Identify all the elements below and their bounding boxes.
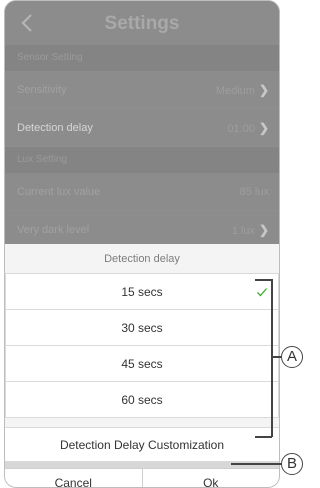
option-15-secs[interactable]: 15 secs (5, 274, 279, 310)
row-sensitivity[interactable]: Sensitivity Medium ❯ (5, 71, 279, 109)
row-value: 01:00 ❯ (227, 109, 269, 148)
callout-b-label: B (281, 453, 303, 475)
spacer (5, 418, 279, 427)
row-current-lux: Current lux value 85 lux (5, 173, 279, 211)
chevron-right-icon: ❯ (258, 83, 269, 97)
option-label: 15 secs (121, 285, 163, 299)
callout-a-bracket-top (255, 279, 272, 281)
sheet-title: Detection delay (5, 244, 279, 274)
section-header-lux: Lux Setting (5, 147, 279, 173)
page-title: Settings (104, 13, 180, 34)
option-label: 30 secs (121, 321, 163, 335)
section-header-sensor: Sensor Setting (5, 45, 279, 71)
option-30-secs[interactable]: 30 secs (5, 310, 279, 346)
row-value: 85 lux (239, 186, 269, 198)
row-detection-delay[interactable]: Detection delay 01:00 ❯ (5, 109, 279, 147)
ok-button[interactable]: Ok (143, 469, 280, 487)
callout-a-bracket-bottom (255, 436, 272, 438)
sheet-actions: Cancel Ok (5, 468, 280, 487)
option-label: 45 secs (121, 357, 163, 371)
callout-b-connector (231, 463, 283, 465)
detection-delay-customization-button[interactable]: Detection Delay Customization (5, 427, 279, 462)
option-45-secs[interactable]: 45 secs (5, 346, 279, 382)
callout-a-bracket-vertical (271, 279, 273, 437)
row-label: Detection delay (17, 122, 93, 134)
option-label: 60 secs (121, 393, 163, 407)
row-label: Current lux value (17, 186, 101, 198)
cancel-button[interactable]: Cancel (5, 469, 143, 487)
header: Settings (5, 1, 279, 45)
row-value: Medium ❯ (216, 71, 269, 110)
row-label: Very dark level (17, 224, 90, 236)
callout-a-label: A (281, 346, 303, 368)
row-label: Sensitivity (17, 84, 67, 96)
phone-screen: Settings Sensor Setting Sensitivity Medi… (4, 0, 280, 488)
checkmark-icon (257, 288, 267, 297)
detection-delay-sheet: Detection delay 15 secs 30 secs 45 secs … (5, 244, 279, 487)
chevron-right-icon: ❯ (258, 121, 269, 135)
option-60-secs[interactable]: 60 secs (5, 382, 279, 418)
